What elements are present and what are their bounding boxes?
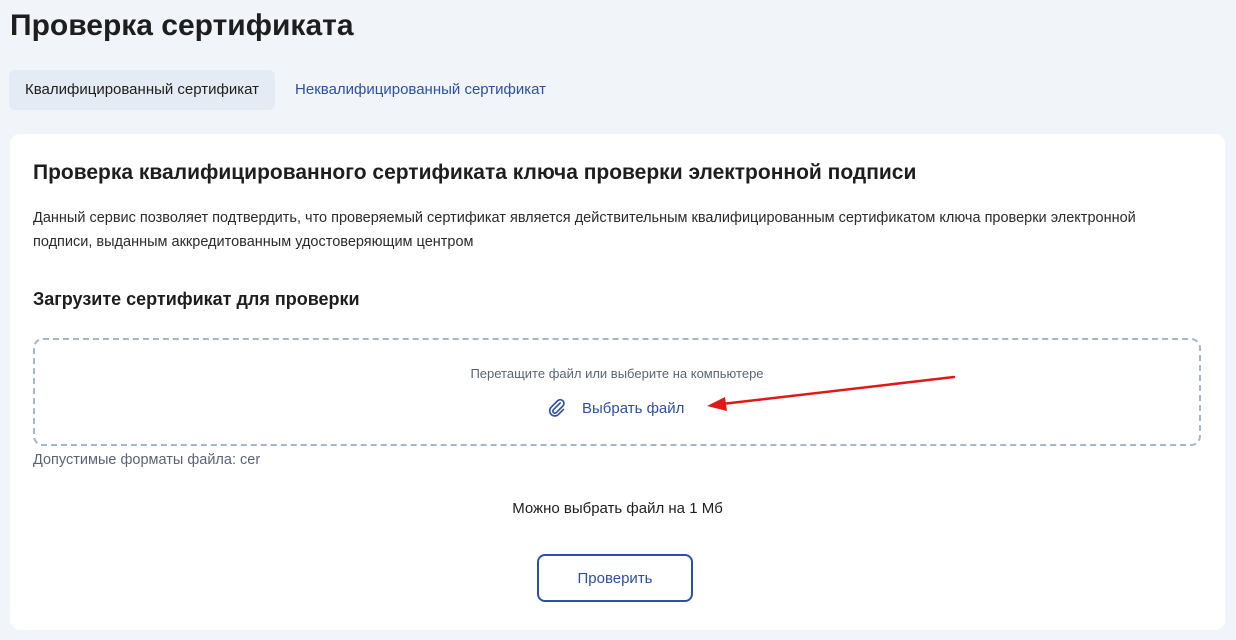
tabs: Квалифицированный сертификат Неквалифици… (9, 70, 562, 110)
page: Проверка сертификата Квалифицированный с… (0, 0, 1236, 640)
paperclip-icon (546, 397, 568, 419)
allowed-formats: Допустимые форматы файла: cer (33, 452, 261, 468)
dropzone-hint: Перетащите файл или выберите на компьюте… (470, 366, 764, 381)
page-title: Проверка сертификата (10, 9, 354, 42)
file-dropzone[interactable]: Перетащите файл или выберите на компьюте… (33, 338, 1201, 446)
file-size-note: Можно выбрать файл на 1 Мб (512, 500, 723, 517)
card-description: Данный сервис позволяет подтвердить, что… (33, 210, 1136, 250)
tab-unqualified[interactable]: Неквалифицированный сертификат (279, 70, 562, 110)
check-button[interactable]: Проверить (537, 554, 693, 602)
upload-title: Загрузите сертификат для проверки (33, 289, 360, 309)
certificate-check-card: Проверка квалифицированного сертификата … (10, 134, 1225, 630)
tab-qualified[interactable]: Квалифицированный сертификат (9, 70, 276, 110)
card-title: Проверка квалифицированного сертификата … (33, 161, 917, 184)
choose-file-link[interactable]: Выбрать файл (546, 396, 684, 420)
choose-file-label: Выбрать файл (582, 399, 685, 417)
